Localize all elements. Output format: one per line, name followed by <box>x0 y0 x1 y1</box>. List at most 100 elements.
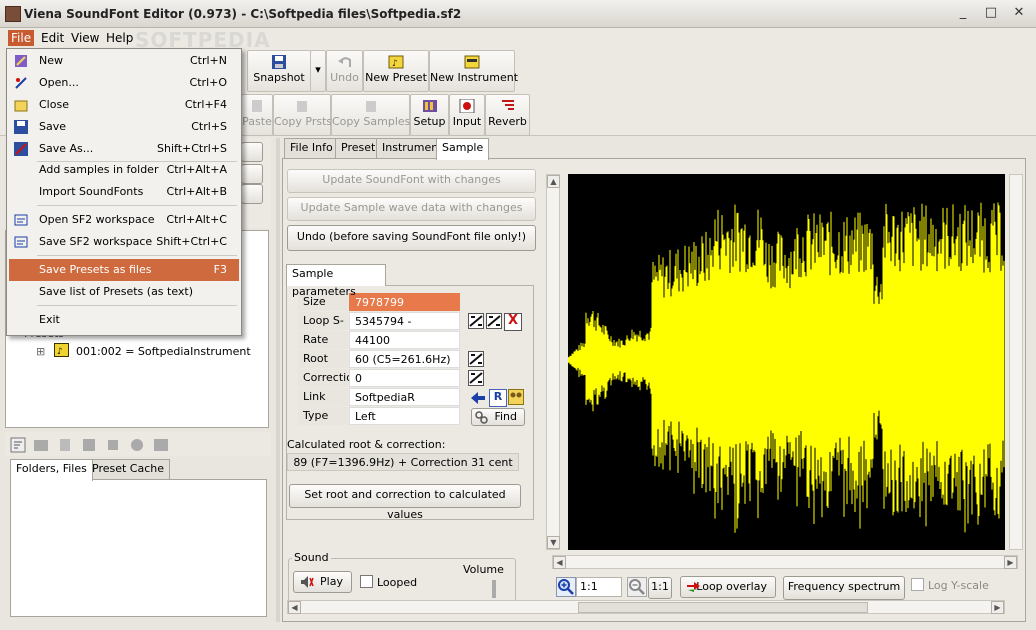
zoom-out-icon[interactable] <box>627 577 647 597</box>
waveform-display[interactable] <box>568 174 1005 550</box>
menu-file[interactable]: File <box>8 30 35 46</box>
maximize-button[interactable]: □ <box>978 4 1004 22</box>
calc-loop-2-icon[interactable] <box>486 313 502 329</box>
params-tab-strip: Sample parameters <box>286 264 386 298</box>
tool-icon[interactable] <box>105 437 121 453</box>
people-icon[interactable] <box>508 389 524 405</box>
menu-item-import-soundfonts[interactable]: Import SoundFonts Ctrl+Alt+B <box>9 181 239 203</box>
main-scroll-thumb[interactable] <box>578 602 868 613</box>
left-button-2[interactable] <box>241 164 263 184</box>
gear-icon[interactable] <box>129 437 145 453</box>
main-scroll-right[interactable]: ▶ <box>991 601 1004 614</box>
scroll-up-arrow[interactable]: ▲ <box>547 175 560 188</box>
param-value-root-key[interactable]: 60 (C5=261.6Hz) <box>349 350 460 368</box>
input-button[interactable]: Input <box>449 94 485 136</box>
waveform-trace <box>568 202 1005 533</box>
menu-item-save-presets-as-files[interactable]: Save Presets as files F3 <box>9 259 239 281</box>
folders-files-panel[interactable] <box>10 479 267 617</box>
menu-item-exit[interactable]: Exit <box>9 309 239 331</box>
splitter[interactable] <box>276 138 280 622</box>
set-root-correction-button[interactable]: Set root and correction to calculated va… <box>289 484 521 521</box>
setup-button[interactable]: Setup <box>410 94 449 136</box>
menu-item-save-as[interactable]: Save As... Shift+Ctrl+S <box>9 138 239 160</box>
play-button[interactable]: Play <box>293 571 352 593</box>
update-soundfont-button[interactable]: Update SoundFont with changes <box>287 169 536 193</box>
zoom-1-1-button[interactable]: 1:1 <box>648 577 672 599</box>
main-hscrollbar[interactable]: ◀ ▶ <box>287 600 1005 614</box>
menu-view[interactable]: View <box>68 30 102 46</box>
find-button[interactable]: Find <box>471 408 525 426</box>
arrow-left-icon[interactable] <box>470 390 486 406</box>
record-icon <box>459 99 475 113</box>
calc-loop-icon[interactable] <box>468 313 484 329</box>
expander-icon[interactable]: ⊞ <box>36 345 45 358</box>
param-label-correction: Correction <box>298 369 360 387</box>
tab-preset-cache[interactable]: Preset Cache <box>86 459 171 480</box>
menu-separator <box>37 305 237 306</box>
tab-sample-parameters[interactable]: Sample parameters <box>286 264 386 298</box>
param-value-size[interactable]: 7978799 <box>349 293 460 311</box>
menu-help[interactable]: Help <box>103 30 136 46</box>
main-scroll-left[interactable]: ◀ <box>288 601 301 614</box>
frequency-spectrum-button[interactable]: Frequency spectrum <box>783 576 905 600</box>
tab-file-info[interactable]: File Info <box>284 138 339 159</box>
calc-root-icon[interactable] <box>468 351 484 367</box>
menu-item-save-list-of-presets[interactable]: Save list of Presets (as text) <box>9 281 239 303</box>
new-instrument-button[interactable]: New Instrument <box>429 50 518 92</box>
zoom-level-field[interactable]: 1:1 <box>576 577 622 597</box>
menu-item-save-workspace[interactable]: Save SF2 workspace Shift+Ctrl+C <box>9 231 239 253</box>
snapshot-button[interactable]: Snapshot <box>247 50 311 92</box>
param-value-type[interactable]: Left <box>349 407 460 425</box>
paste-button[interactable]: Paste <box>241 94 273 136</box>
wave-scroll-left[interactable]: ◀ <box>553 556 566 569</box>
menu-item-add-samples[interactable]: Add samples in folder Ctrl+Alt+A <box>9 159 239 181</box>
paste-icon <box>252 100 262 112</box>
window-icon[interactable] <box>153 437 169 453</box>
wave-vscrollbar[interactable] <box>1009 174 1023 550</box>
param-scrollbar[interactable]: ▲ ▼ <box>546 174 560 550</box>
param-label-type: Type <box>298 407 348 425</box>
puzzle-icon[interactable] <box>81 437 97 453</box>
sort-icon[interactable] <box>10 437 26 453</box>
new-preset-button[interactable]: ♪ New Preset <box>363 50 429 92</box>
copy-samples-button[interactable]: Copy Samples <box>331 94 410 136</box>
looped-checkbox[interactable] <box>360 575 373 588</box>
folder-icon[interactable] <box>33 437 49 453</box>
left-button-1[interactable] <box>241 142 263 162</box>
copy-presets-button[interactable]: Copy Prsts <box>273 94 332 136</box>
reverb-button[interactable]: Reverb <box>485 94 530 136</box>
menu-edit[interactable]: Edit <box>38 30 67 46</box>
tree-node-instrument[interactable]: 001:002 = SoftpediaInstrument <box>76 345 251 358</box>
log-y-scale-checkbox[interactable] <box>911 578 924 591</box>
undo-button[interactable]: Undo <box>326 50 363 92</box>
minimize-button[interactable]: _ <box>950 4 976 22</box>
left-button-3[interactable] <box>241 184 263 204</box>
copy-icon[interactable] <box>57 437 73 453</box>
undo-before-saving-button[interactable]: Undo (before saving SoundFont file only!… <box>287 225 536 251</box>
scroll-down-arrow[interactable]: ▼ <box>547 536 560 549</box>
param-value-correction[interactable]: 0 <box>349 369 460 387</box>
calc-correction-icon[interactable] <box>468 370 484 386</box>
menu-item-new[interactable]: New Ctrl+N <box>9 50 239 72</box>
menu-item-save[interactable]: Save Ctrl+S <box>9 116 239 138</box>
zoom-in-icon[interactable] <box>556 577 576 597</box>
wave-scroll-right[interactable]: ▶ <box>1004 556 1017 569</box>
link-right-icon[interactable]: R <box>489 389 507 407</box>
tab-sample[interactable]: Sample <box>436 138 490 160</box>
wave-scrollbar[interactable]: ◀ ▶ <box>552 555 1018 569</box>
snapshot-dropdown[interactable]: ▾ <box>310 50 326 92</box>
menu-item-open-workspace[interactable]: Open SF2 workspace Ctrl+Alt+C <box>9 209 239 231</box>
menu-item-close[interactable]: Close Ctrl+F4 <box>9 94 239 116</box>
param-value-rate[interactable]: 44100 <box>349 331 460 349</box>
update-wave-button[interactable]: Update Sample wave data with changes <box>287 197 536 221</box>
workspace-save-icon <box>14 236 28 248</box>
volume-slider[interactable] <box>492 580 496 598</box>
tab-folders-files[interactable]: Folders, Files <box>10 459 93 481</box>
close-button[interactable]: ✕ <box>1006 4 1032 22</box>
tab-preset[interactable]: Preset <box>335 138 382 159</box>
param-value-link[interactable]: SoftpediaR <box>349 388 460 406</box>
menu-item-open[interactable]: Open... Ctrl+O <box>9 72 239 94</box>
param-value-loop[interactable]: 5345794 - 5345804 <box>349 312 460 346</box>
loop-overlay-button[interactable]: Loop overlay <box>680 576 776 598</box>
clear-loop-icon[interactable]: X <box>504 313 522 331</box>
